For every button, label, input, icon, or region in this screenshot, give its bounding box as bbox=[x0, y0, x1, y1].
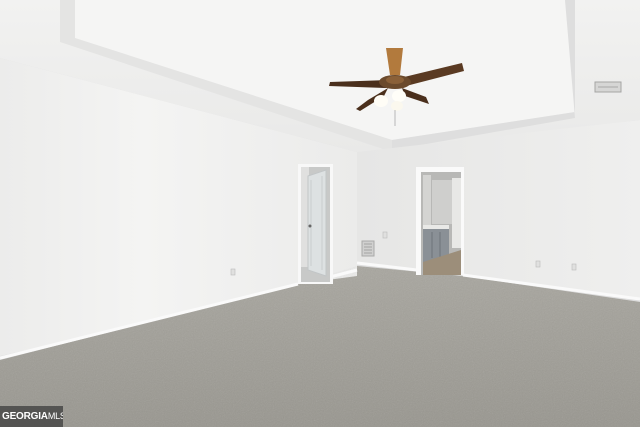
room-illustration bbox=[0, 0, 640, 427]
outlet-left bbox=[230, 268, 236, 276]
watermark-brand: GEORGIA bbox=[2, 411, 48, 422]
georgia-mls-watermark: GEORGIAMLS bbox=[0, 406, 63, 427]
outlet-right-1 bbox=[535, 260, 541, 268]
fan-light-3 bbox=[391, 101, 403, 111]
fan-light-2 bbox=[392, 90, 406, 102]
room-photo bbox=[0, 0, 640, 427]
wall-vent bbox=[361, 240, 375, 257]
watermark-suffix: MLS bbox=[47, 411, 63, 421]
outlet-right-2 bbox=[571, 263, 577, 271]
door-knob bbox=[308, 224, 312, 228]
fan-light-1 bbox=[374, 95, 388, 107]
outlet-back bbox=[382, 231, 388, 239]
